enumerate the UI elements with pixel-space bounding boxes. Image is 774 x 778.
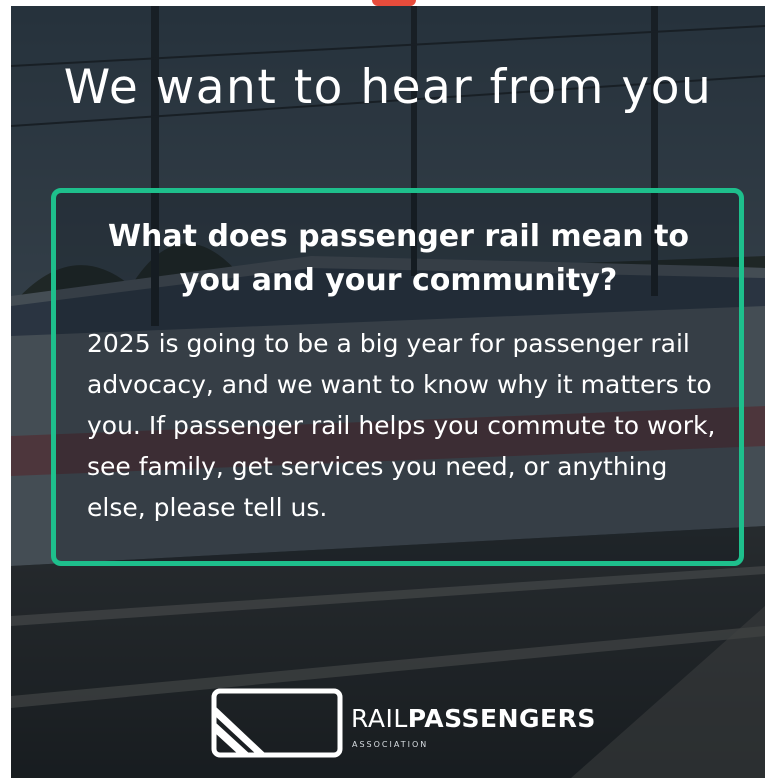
logo-subtitle: ASSOCIATION	[352, 740, 429, 749]
panel-question: What does passenger rail mean to you and…	[107, 219, 690, 298]
logo-word-passengers: PASSENGERS	[407, 704, 596, 733]
rail-passengers-logo: RAILPASSENGERS ASSOCIATION	[211, 688, 611, 760]
logo-wordmark: RAILPASSENGERS	[351, 704, 596, 734]
promo-card: We want to hear from you What does passe…	[11, 6, 765, 778]
graphic-frame: We want to hear from you What does passe…	[0, 0, 774, 778]
question-panel: What does passenger rail mean to you and…	[51, 188, 744, 566]
logo-word-rail: RAIL	[351, 704, 408, 733]
panel-body-text: 2025 is going to be a big year for passe…	[87, 329, 716, 522]
headline: We want to hear from you	[63, 60, 713, 115]
rail-passengers-logo-icon	[211, 688, 343, 758]
